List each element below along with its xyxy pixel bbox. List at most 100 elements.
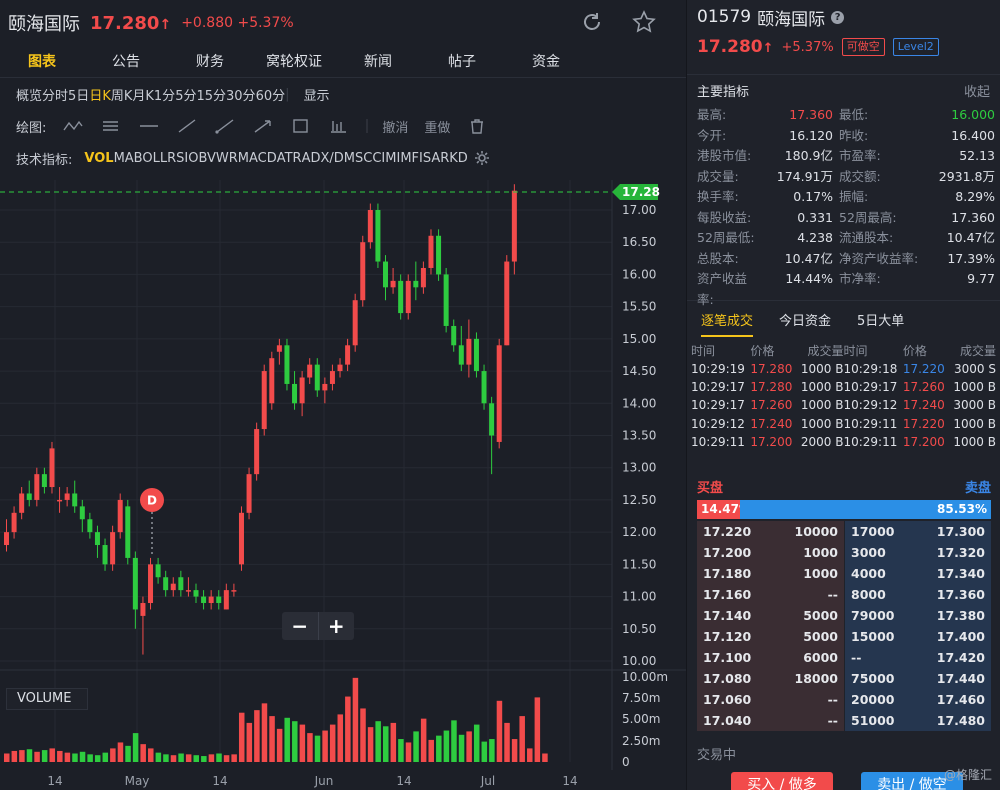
volume-bar [208, 754, 215, 762]
bid-size: 5000 [803, 608, 838, 623]
level2-badge[interactable]: Level2 [892, 38, 939, 56]
tab-2[interactable]: 财务 [168, 46, 252, 77]
rectangle-tool-icon[interactable] [290, 118, 312, 134]
indicator-macd[interactable]: MACD [238, 151, 277, 166]
x-tick-label: 14 [562, 774, 577, 788]
quote-panel: 01579 颐海国际 ? 17.280↑ +5.37% 可做空 Level2 主… [686, 0, 1000, 790]
indicator-adx-dms[interactable]: ADX/DMS [302, 151, 364, 166]
volume-bar [246, 722, 253, 762]
indicator-rsi[interactable]: RSI [167, 151, 188, 166]
candle-body [284, 345, 290, 384]
volume-bar [383, 726, 389, 762]
candle-body [451, 325, 457, 346]
indicator-kd[interactable]: KD [449, 151, 468, 166]
zoom-controls: − + [282, 612, 354, 640]
volume-bar [4, 753, 10, 762]
chart-panel: 颐海国际 17.280↑ +0.880 +5.37% 图表 公告 财务 窝轮权证 新闻帖… [0, 0, 686, 790]
volume-bar [64, 752, 71, 762]
candle-body [216, 596, 222, 604]
period-8[interactable]: 15分 [196, 85, 226, 104]
display-dropdown[interactable]: 显示 [304, 85, 330, 104]
ask-price: 17.340 [936, 566, 985, 581]
indicator-wr[interactable]: WR [216, 151, 238, 166]
period-9[interactable]: 30分 [226, 85, 256, 104]
bid-size: -- [827, 713, 838, 728]
period-10[interactable]: 60分 [256, 85, 286, 104]
redo-button[interactable]: 重做 [424, 117, 450, 136]
help-icon[interactable]: ? [831, 10, 845, 24]
trade-tab-0[interactable]: 逐笔成交 [701, 310, 754, 337]
volume-bar [94, 755, 101, 762]
order-book: 买盘 卖盘 14.47% 85.53% 17.220 10000 17.200 100… [697, 472, 991, 731]
indicator-atr[interactable]: ATR [277, 151, 302, 166]
candle-body [87, 519, 93, 533]
period-2[interactable]: 5日 [68, 85, 89, 104]
tab-6[interactable]: 资金 [504, 46, 588, 77]
volume-bar [79, 751, 86, 762]
trade-cell: 17.200 [750, 434, 793, 449]
indicator-bar: 技术指标: VOL MA BOLL RSI OBV WR MACD ATR ADX/DMS CCI… [0, 142, 686, 174]
indicator-obv[interactable]: OBV [188, 151, 216, 166]
indicator-boll[interactable]: BOLL [134, 151, 167, 166]
buy-button[interactable]: 买入 / 做多 [731, 772, 833, 790]
metric-value: 17.360 [951, 209, 995, 225]
zoom-out-button[interactable]: − [282, 612, 319, 640]
indicator-sar[interactable]: SAR [423, 151, 449, 166]
trade-column-header: 价格 [750, 344, 775, 358]
volume-bar [337, 714, 344, 762]
ask-size: 17000 [851, 524, 895, 539]
polyline-tool-icon[interactable] [62, 118, 84, 134]
candle-body [155, 564, 161, 578]
metric-value: 10.47亿 [784, 250, 833, 266]
ray-line-icon[interactable] [214, 118, 236, 134]
horizontal-line-icon[interactable] [138, 118, 160, 134]
tab-0[interactable]: 图表 [0, 46, 84, 77]
trend-line-icon[interactable] [176, 118, 198, 134]
bid-size: 10000 [794, 524, 839, 539]
trade-tab-2[interactable]: 5日大单 [857, 310, 904, 329]
undo-button[interactable]: 撤消 [382, 117, 408, 136]
volume-bar [292, 721, 298, 762]
collapse-button[interactable]: 收起 [964, 81, 990, 100]
indicator-mfi[interactable]: MFI [400, 151, 423, 166]
indicator-mi[interactable]: MI [385, 151, 400, 166]
price-chart[interactable]: 17.00 16.50 16.00 15.50 15.00 14.50 14.00 13.50… [0, 180, 686, 790]
stock-change: +0.880 +5.37% [181, 15, 294, 31]
trade-tab-1[interactable]: 今日资金 [779, 310, 831, 329]
candle-body [345, 345, 351, 365]
tab-3[interactable]: 窝轮权证 [252, 46, 336, 77]
gear-icon[interactable] [474, 150, 490, 166]
star-icon[interactable] [632, 10, 656, 34]
period-0[interactable]: 概览 [16, 85, 42, 104]
period-1[interactable]: 分时 [42, 85, 68, 104]
bid-level: 17.060 -- [697, 689, 844, 710]
metric-value: 14.44% [785, 271, 833, 286]
volume-bar [201, 756, 207, 762]
period-4[interactable]: 周K [111, 85, 133, 104]
volume-bar [26, 749, 33, 762]
zoom-in-button[interactable]: + [319, 612, 355, 640]
ask-label: 卖盘 [964, 480, 991, 496]
candle-body [276, 345, 282, 352]
indicator-ma[interactable]: MA [114, 151, 134, 166]
bar-tool-icon[interactable] [328, 118, 350, 134]
candle-body [390, 280, 396, 288]
indicator-cci[interactable]: CCI [363, 151, 385, 166]
ask-size: 8000 [851, 587, 886, 602]
arrow-line-icon[interactable] [252, 118, 274, 134]
tab-5[interactable]: 帖子 [420, 46, 504, 77]
period-6[interactable]: 1分 [154, 85, 175, 104]
parallel-lines-icon[interactable] [100, 118, 122, 134]
metric-value: 4.238 [797, 230, 833, 245]
period-7[interactable]: 5分 [175, 85, 196, 104]
period-3[interactable]: 日K [89, 85, 111, 104]
trash-icon[interactable] [466, 118, 488, 134]
ask-level: 20000 17.460 [844, 689, 991, 710]
refresh-icon[interactable] [580, 10, 604, 34]
indicator-vol[interactable]: VOL [84, 151, 113, 166]
trade-cell: 17.240 [750, 416, 793, 431]
tab-4[interactable]: 新闻 [336, 46, 420, 77]
tab-1[interactable]: 公告 [84, 46, 168, 77]
period-5[interactable]: 月K [132, 85, 154, 104]
bid-size: 18000 [794, 671, 839, 686]
